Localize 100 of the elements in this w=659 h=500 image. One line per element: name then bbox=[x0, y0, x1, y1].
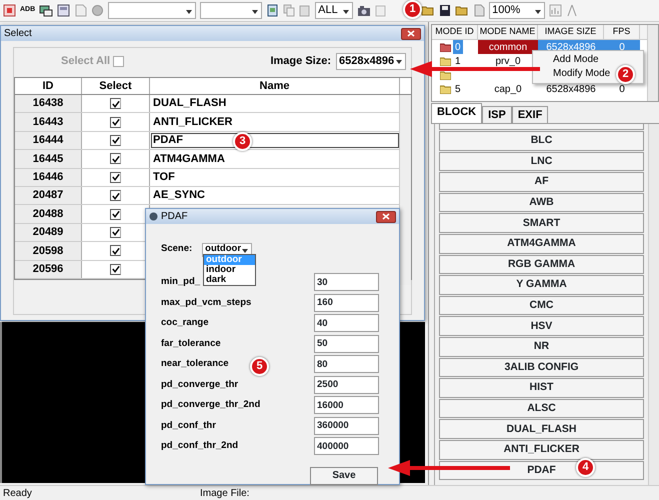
folder-icon bbox=[440, 70, 451, 80]
block-button[interactable]: ANTI_FLICKER bbox=[439, 440, 644, 460]
window-title: Select bbox=[4, 27, 32, 41]
parameter-label: pd_conf_thr bbox=[161, 418, 216, 433]
filter-dropdown[interactable]: ALL bbox=[315, 2, 354, 19]
open-folder-icon[interactable] bbox=[455, 4, 470, 17]
checkbox[interactable] bbox=[110, 153, 121, 164]
block-button[interactable]: ATM4GAMMA bbox=[439, 234, 644, 254]
stop-icon[interactable] bbox=[3, 4, 16, 17]
menu-item[interactable]: Add Mode bbox=[553, 53, 599, 67]
table-cell-text: 6528x4896 bbox=[545, 82, 597, 96]
clipboard-icon[interactable] bbox=[375, 4, 388, 17]
input-field[interactable]: 30 bbox=[314, 273, 379, 292]
block-button[interactable]: ALSC bbox=[439, 398, 644, 418]
checkbox[interactable] bbox=[110, 172, 121, 183]
menu-item[interactable]: Modify Mode bbox=[553, 67, 610, 81]
table-cell: 16445 bbox=[15, 150, 82, 168]
block-button[interactable]: HIST bbox=[439, 378, 644, 398]
input-field[interactable]: 80 bbox=[314, 355, 379, 374]
column-header: FPS bbox=[604, 25, 640, 39]
page-icon[interactable] bbox=[473, 4, 486, 17]
window-icon[interactable] bbox=[57, 4, 70, 17]
block-button[interactable]: LNC bbox=[439, 152, 644, 172]
chart-icon[interactable] bbox=[549, 4, 562, 17]
close-button[interactable] bbox=[401, 28, 421, 40]
open-folder-icon[interactable] bbox=[421, 4, 436, 17]
dropdown-option[interactable]: dark bbox=[204, 275, 255, 285]
image-size-label: Image Size: bbox=[270, 54, 331, 69]
input-field[interactable]: 40 bbox=[314, 314, 379, 332]
round-icon[interactable] bbox=[91, 4, 104, 17]
input-field[interactable]: 360000 bbox=[314, 416, 379, 435]
app-icon bbox=[149, 212, 158, 221]
image-file-label: Image File: bbox=[200, 486, 250, 500]
camera-icon[interactable] bbox=[357, 4, 372, 17]
column-header: MODE NAME bbox=[478, 25, 538, 39]
checkbox[interactable] bbox=[110, 226, 121, 238]
input-field[interactable]: 2500 bbox=[314, 376, 379, 394]
block-button[interactable]: BLC bbox=[439, 131, 644, 151]
table-cell: 20596 bbox=[15, 260, 82, 278]
block-button[interactable]: AF bbox=[439, 172, 644, 192]
checkbox[interactable] bbox=[110, 264, 121, 275]
column-header: MODE ID bbox=[432, 25, 478, 39]
table-cell: 0 bbox=[453, 40, 463, 54]
checkbox[interactable] bbox=[110, 190, 121, 202]
input-field[interactable]: 400000 bbox=[314, 437, 379, 456]
folder-icon bbox=[440, 56, 451, 66]
block-button[interactable]: HSV bbox=[439, 316, 644, 336]
column-header: Name bbox=[150, 78, 400, 94]
scrollbar[interactable] bbox=[648, 124, 659, 485]
block-button[interactable]: 3ALIB CONFIG bbox=[439, 358, 644, 378]
parameter-label: coc_range bbox=[161, 316, 209, 330]
tab[interactable]: BLOCK bbox=[431, 103, 482, 123]
input-field[interactable]: 50 bbox=[314, 334, 379, 353]
document-icon[interactable] bbox=[266, 4, 280, 17]
table-cell-text: 1 bbox=[454, 54, 462, 68]
table-cell-text: 0 bbox=[618, 82, 626, 96]
scrollbar[interactable] bbox=[647, 25, 658, 101]
image-size-dropdown[interactable]: 6528x4896 bbox=[336, 52, 406, 70]
save-button[interactable]: Save bbox=[310, 466, 378, 484]
dropdown-field[interactable] bbox=[200, 2, 262, 19]
checkbox[interactable] bbox=[110, 245, 121, 256]
block-button[interactable]: SMART bbox=[439, 213, 644, 233]
block-button[interactable]: NR bbox=[439, 336, 644, 357]
column-header: IMAGE SIZE bbox=[538, 25, 604, 39]
zoom-dropdown[interactable]: 100% bbox=[489, 2, 546, 19]
folder-icon bbox=[440, 42, 451, 52]
close-icon bbox=[407, 30, 415, 37]
tab[interactable]: ISP bbox=[482, 106, 512, 123]
block-button[interactable]: CMC bbox=[439, 296, 644, 316]
column-header: ID bbox=[15, 78, 82, 94]
window-title: PDAF bbox=[161, 210, 188, 224]
parameter-label: far_tolerance bbox=[161, 336, 221, 351]
save-icon[interactable] bbox=[439, 4, 452, 17]
select-all-label: Select All bbox=[61, 54, 110, 69]
input-field[interactable]: 160 bbox=[314, 294, 379, 312]
table-cell: 16446 bbox=[15, 168, 82, 186]
input-field[interactable]: 16000 bbox=[314, 396, 379, 414]
column-header: Select bbox=[82, 78, 150, 94]
compass-icon[interactable] bbox=[566, 4, 578, 17]
status-message: Ready bbox=[2, 486, 33, 500]
block-button[interactable] bbox=[439, 124, 644, 130]
table-cell: common bbox=[478, 40, 538, 54]
checkbox[interactable] bbox=[110, 134, 121, 146]
tab[interactable]: EXIF bbox=[512, 106, 548, 123]
checkbox[interactable] bbox=[110, 116, 121, 128]
block-button[interactable]: AWB bbox=[439, 192, 644, 212]
parameter-label: near_tolerance bbox=[161, 357, 229, 372]
dropdown-field[interactable] bbox=[108, 2, 196, 19]
block-button[interactable]: RGB GAMMA bbox=[439, 254, 644, 274]
checkbox[interactable] bbox=[110, 208, 121, 220]
block-button[interactable]: Y GAMMA bbox=[439, 275, 644, 295]
close-button[interactable] bbox=[376, 210, 396, 222]
device-icon[interactable] bbox=[39, 4, 54, 17]
table-cell: 20598 bbox=[15, 242, 82, 260]
block-button[interactable]: DUAL_FLASH bbox=[439, 419, 644, 439]
dropdown-option[interactable]: indoor bbox=[204, 265, 255, 275]
table-cell: 16438 bbox=[15, 95, 82, 112]
parameter-label: pd_conf_thr_2nd bbox=[161, 439, 238, 454]
table-cell: 20487 bbox=[15, 186, 82, 204]
checkbox[interactable] bbox=[110, 98, 121, 110]
